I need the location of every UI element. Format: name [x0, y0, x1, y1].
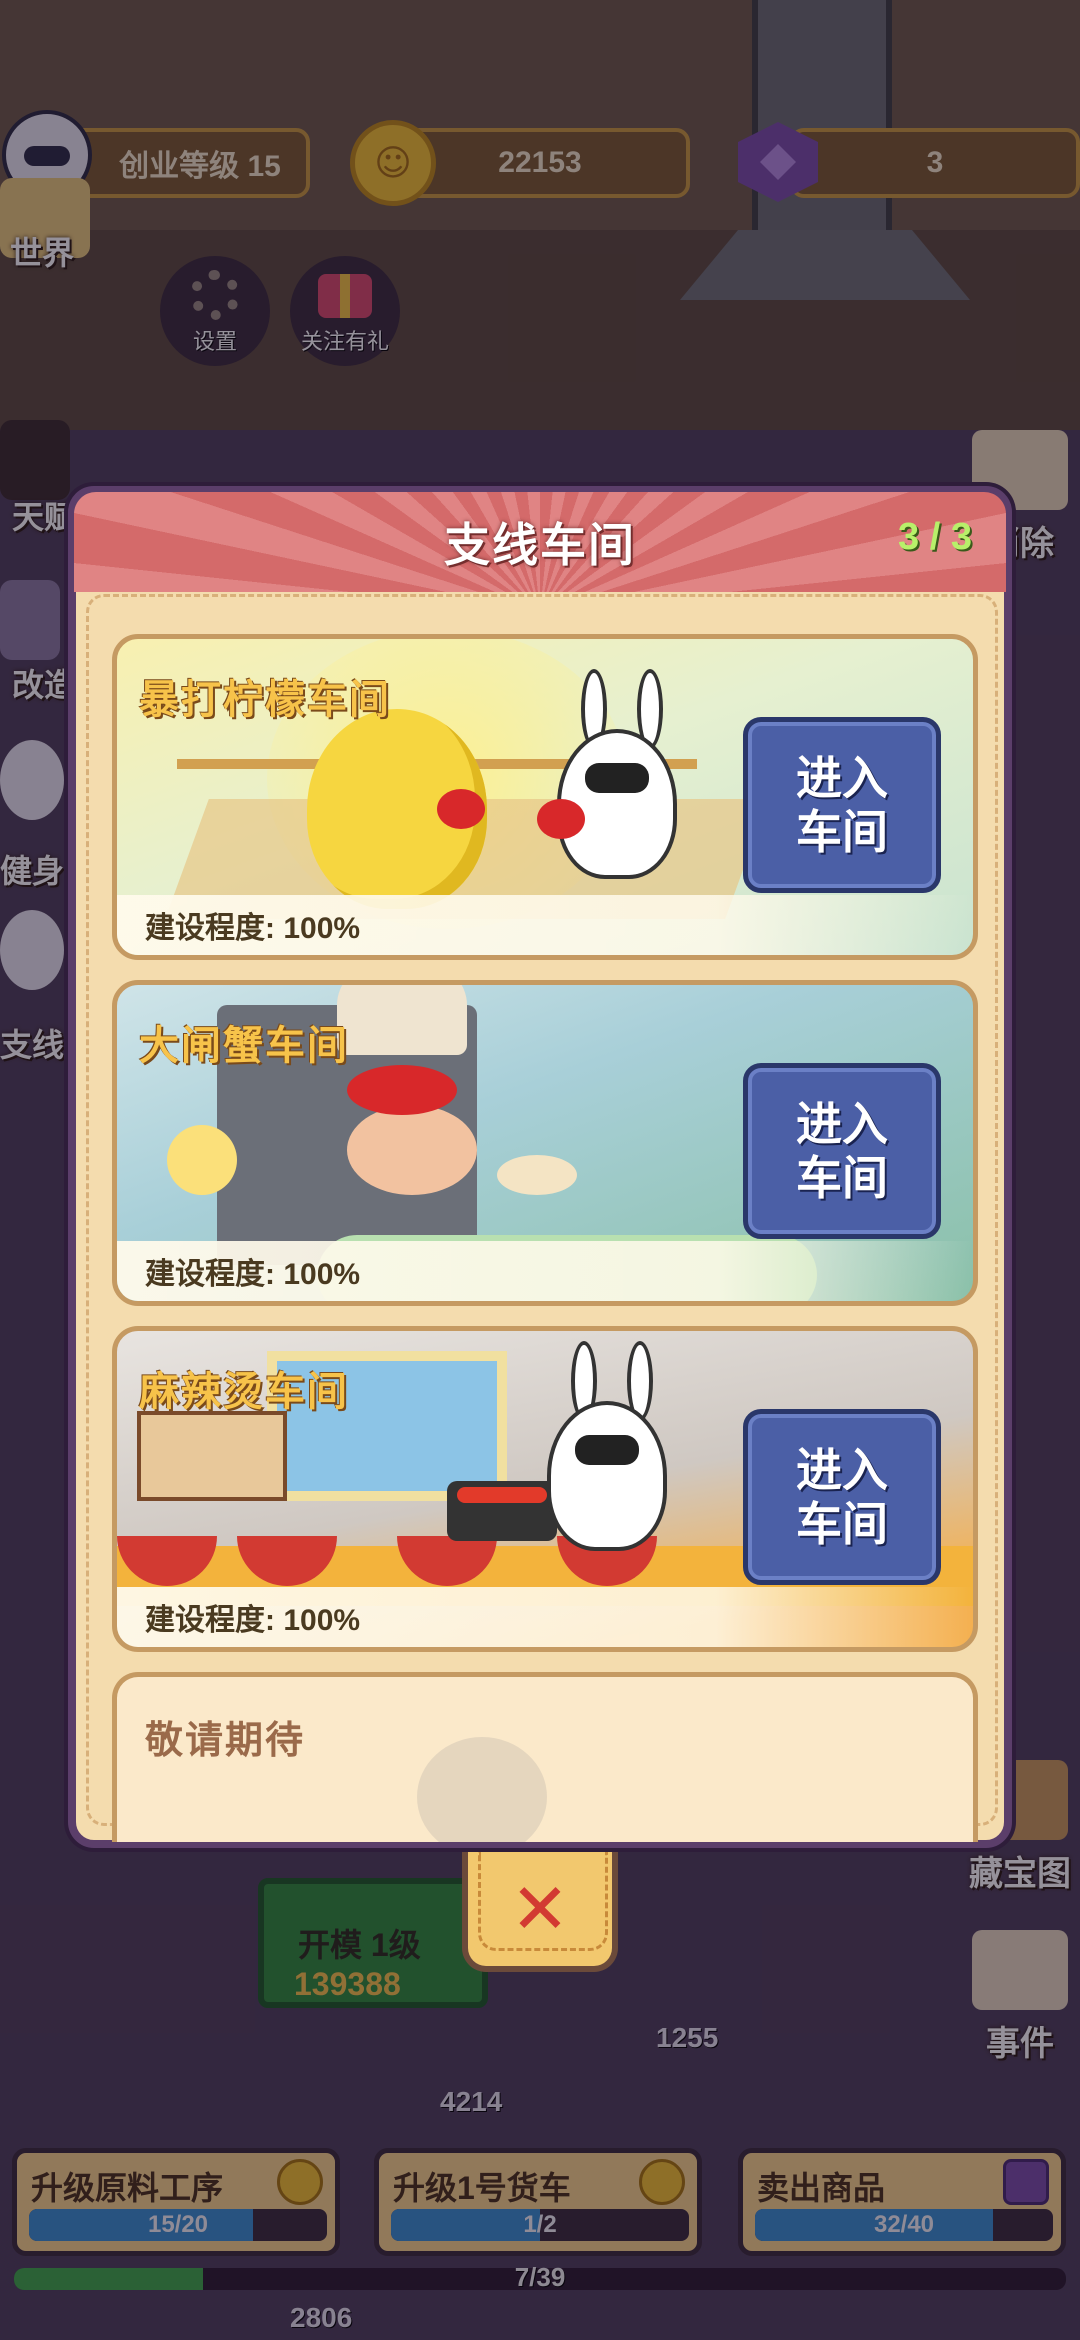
workshop-card-crab: 大闸蟹车间 建设程度: 100% 进入车间 — [112, 980, 978, 1306]
enter-workshop-button[interactable]: 进入车间 — [743, 1409, 941, 1585]
enter-workshop-label: 进入车间 — [796, 1444, 888, 1550]
bunny-silhouette — [417, 1737, 547, 1842]
workshop-name: 暴打柠檬车间 — [139, 678, 391, 722]
bun-icon — [167, 1125, 237, 1195]
dialog-title: 支线车间 — [444, 519, 636, 571]
bunny-boxer — [537, 669, 697, 879]
workshop-name: 大闸蟹车间 — [139, 1024, 349, 1068]
bunny-cook — [547, 1341, 687, 1551]
build-progress: 建设程度: 100% — [117, 895, 973, 955]
coming-soon-label: 敬请期待 — [145, 1720, 306, 1762]
boxing-glove-icon — [437, 789, 485, 829]
enter-workshop-label: 进入车间 — [796, 752, 888, 858]
workshop-card-malatang: 麻辣烫车间 建设程度: 100% 进入车间 — [112, 1326, 978, 1652]
pot-icon — [447, 1481, 557, 1541]
enter-workshop-label: 进入车间 — [796, 1098, 888, 1204]
workshop-card-lemon: 暴打柠檬车间 建设程度: 100% 进入车间 — [112, 634, 978, 960]
branch-workshop-dialog: 支线车间 3 / 3 暴打柠檬车间 建设程度: 100% 进入车间 大闸蟹车间 … — [68, 486, 1012, 1848]
workshop-name: 麻辣烫车间 — [139, 1370, 349, 1414]
enter-workshop-button[interactable]: 进入车间 — [743, 717, 941, 893]
build-progress: 建设程度: 100% — [117, 1587, 973, 1647]
workshop-card-coming-soon: 敬请期待 — [112, 1672, 978, 1842]
bun-icon — [497, 1155, 577, 1195]
enter-workshop-button[interactable]: 进入车间 — [743, 1063, 941, 1239]
close-button[interactable]: ✕ — [462, 1852, 618, 1972]
build-progress: 建设程度: 100% — [117, 1241, 973, 1301]
noodle-box — [137, 1411, 287, 1501]
close-icon: ✕ — [510, 1868, 570, 1950]
steamer-basket — [337, 985, 467, 1055]
crab-character — [347, 1105, 477, 1195]
crab-claw-icon — [347, 1065, 457, 1115]
dialog-header: 支线车间 3 / 3 — [74, 492, 1006, 592]
workshop-count: 3 / 3 — [898, 516, 972, 558]
